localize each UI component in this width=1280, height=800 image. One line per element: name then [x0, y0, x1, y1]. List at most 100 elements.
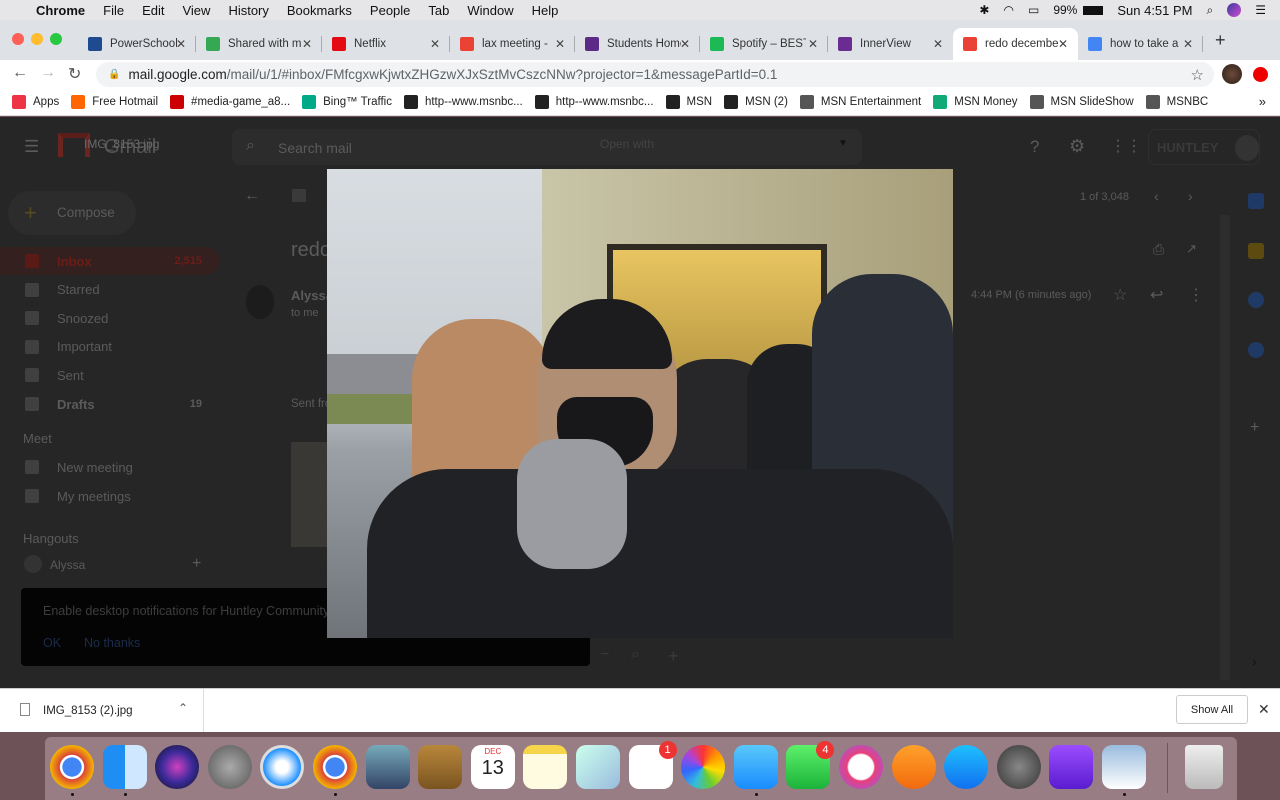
bookmark-item[interactable]: #media-game_a8...: [170, 94, 290, 109]
itunes-icon[interactable]: [839, 745, 883, 789]
browser-tab[interactable]: Netflix ✕: [322, 28, 450, 60]
browser-tab[interactable]: how to take a ✕: [1078, 28, 1203, 60]
spotlight-icon[interactable]: ⌕: [1207, 3, 1214, 18]
battery-icon[interactable]: [1083, 5, 1104, 15]
more-options-icon[interactable]: ⋮: [1188, 285, 1204, 305]
notification-ok-button[interactable]: OK: [43, 636, 61, 650]
hangouts-user[interactable]: Alyssa: [50, 558, 85, 572]
bookmark-item[interactable]: Apps: [12, 94, 59, 109]
menu-chrome[interactable]: Chrome: [36, 3, 85, 18]
calendar-icon[interactable]: DEC 13: [470, 745, 515, 789]
nav-item-snoozed[interactable]: Snoozed: [0, 304, 220, 332]
expand-side-panel-icon[interactable]: ›: [1252, 653, 1257, 669]
chrome-icon[interactable]: [50, 745, 94, 789]
trash-icon[interactable]: [1185, 745, 1223, 789]
menu-bookmarks[interactable]: Bookmarks: [287, 3, 352, 18]
download-menu-chevron-icon[interactable]: ⌃: [178, 701, 188, 715]
app-store-icon[interactable]: [944, 745, 989, 789]
calendar-addon-icon[interactable]: [1248, 193, 1264, 209]
profile-avatar[interactable]: [1222, 64, 1242, 84]
airplay-icon[interactable]: ▭: [1028, 3, 1039, 17]
books-icon[interactable]: [891, 745, 936, 789]
menu-tab[interactable]: Tab: [428, 3, 449, 18]
add-hangout-icon[interactable]: +: [192, 555, 201, 573]
browser-tab[interactable]: Spotify – BEST ✕: [700, 28, 828, 60]
chrome-icon[interactable]: [313, 745, 357, 789]
new-meeting[interactable]: New meeting: [0, 453, 220, 481]
prev-icon[interactable]: ‹: [1154, 188, 1159, 204]
reply-icon[interactable]: ↩: [1150, 285, 1163, 305]
close-tab-icon[interactable]: ✕: [808, 37, 818, 51]
zoom-reset-icon[interactable]: ⌕: [631, 646, 640, 664]
nav-item-drafts[interactable]: Drafts 19: [0, 390, 220, 418]
bookmark-item[interactable]: MSN (2): [724, 94, 788, 109]
bookmark-item[interactable]: MSN SlideShow: [1029, 94, 1134, 109]
open-with-button[interactable]: Open with: [600, 137, 654, 151]
close-tab-icon[interactable]: ✕: [555, 37, 565, 51]
photos-icon[interactable]: [681, 745, 726, 789]
back-to-inbox-icon[interactable]: ←: [244, 187, 260, 205]
browser-tab[interactable]: lax meeting - ✕: [450, 28, 575, 60]
close-tab-icon[interactable]: ✕: [1183, 37, 1193, 51]
siri-icon[interactable]: [1227, 3, 1242, 17]
get-addons-icon[interactable]: +: [1250, 419, 1259, 437]
my-meetings[interactable]: My meetings: [0, 482, 220, 510]
bookmark-item[interactable]: MSN Money: [933, 94, 1018, 109]
reload-icon[interactable]: ↻: [68, 64, 81, 84]
mail-icon[interactable]: [365, 745, 410, 789]
wifi-icon[interactable]: ◠: [1003, 3, 1013, 17]
menu-people[interactable]: People: [370, 3, 410, 18]
address-bar[interactable]: 🔒 mail.google.com/mail/u/1/#inbox/FMfcgx…: [96, 62, 1214, 87]
bluetooth-icon[interactable]: ✱: [979, 3, 989, 17]
browser-tab[interactable]: InnerView ✕: [828, 28, 953, 60]
zoom-in-icon[interactable]: +: [668, 646, 679, 667]
menu-edit[interactable]: Edit: [142, 3, 164, 18]
extension-icon[interactable]: [1253, 67, 1268, 82]
close-tab-icon[interactable]: ✕: [1058, 37, 1068, 51]
close-download-bar-icon[interactable]: ✕: [1258, 701, 1270, 718]
print-icon[interactable]: ⎙: [1153, 241, 1164, 258]
zoom-window-button[interactable]: [50, 33, 62, 45]
imovie-icon[interactable]: [1049, 745, 1094, 789]
close-tab-icon[interactable]: ✕: [933, 37, 943, 51]
nav-item-important[interactable]: Important: [0, 333, 220, 361]
browser-tab[interactable]: redo december ✕: [953, 28, 1078, 60]
open-new-window-icon[interactable]: ↗: [1186, 241, 1197, 257]
bookmark-item[interactable]: http--www.msnbc...: [534, 94, 654, 109]
nav-item-sent[interactable]: Sent: [0, 361, 220, 389]
keep-addon-icon[interactable]: [1248, 243, 1264, 259]
search-box[interactable]: ⌕ Search mail Open with ▼: [232, 129, 862, 165]
messages-icon[interactable]: [733, 745, 778, 789]
nav-item-inbox[interactable]: Inbox 2,515: [0, 247, 220, 275]
contacts-icon[interactable]: [418, 745, 463, 789]
clock[interactable]: Sun 4:51 PM: [1117, 3, 1192, 18]
attachment-thumbnail[interactable]: [291, 442, 327, 547]
next-icon[interactable]: ›: [1188, 188, 1193, 204]
menu-window[interactable]: Window: [467, 3, 513, 18]
help-icon[interactable]: ?: [1030, 137, 1039, 157]
close-tab-icon[interactable]: ✕: [680, 37, 690, 51]
siri-icon[interactable]: [155, 745, 200, 789]
menu-history[interactable]: History: [228, 3, 268, 18]
contacts-addon-icon[interactable]: [1248, 342, 1264, 358]
more-bookmarks-icon[interactable]: »: [1259, 94, 1266, 109]
finder-icon[interactable]: [102, 745, 147, 789]
bookmark-item[interactable]: Bing™ Traffic: [302, 94, 392, 109]
dropdown-arrow-icon[interactable]: ▼: [838, 138, 848, 149]
bookmark-item[interactable]: MSNBC: [1145, 94, 1208, 109]
compose-button[interactable]: + Compose: [8, 191, 136, 235]
close-tab-icon[interactable]: ✕: [302, 37, 312, 51]
star-icon[interactable]: ☆: [1113, 285, 1127, 305]
safari-icon[interactable]: [260, 745, 305, 789]
launchpad-icon[interactable]: [207, 745, 252, 789]
menu-help[interactable]: Help: [532, 3, 559, 18]
back-icon[interactable]: ←: [12, 64, 28, 82]
notification-center-icon[interactable]: ☰: [1255, 3, 1266, 17]
archive-icon[interactable]: [292, 189, 306, 202]
tasks-addon-icon[interactable]: [1248, 292, 1264, 308]
account-switcher[interactable]: HUNTLEY: [1148, 129, 1260, 165]
browser-tab[interactable]: PowerSchool ✕: [78, 28, 196, 60]
apps-grid-icon[interactable]: ⋮⋮: [1110, 136, 1142, 156]
bookmark-item[interactable]: http--www.msnbc...: [403, 94, 523, 109]
forward-icon[interactable]: →: [40, 64, 56, 82]
